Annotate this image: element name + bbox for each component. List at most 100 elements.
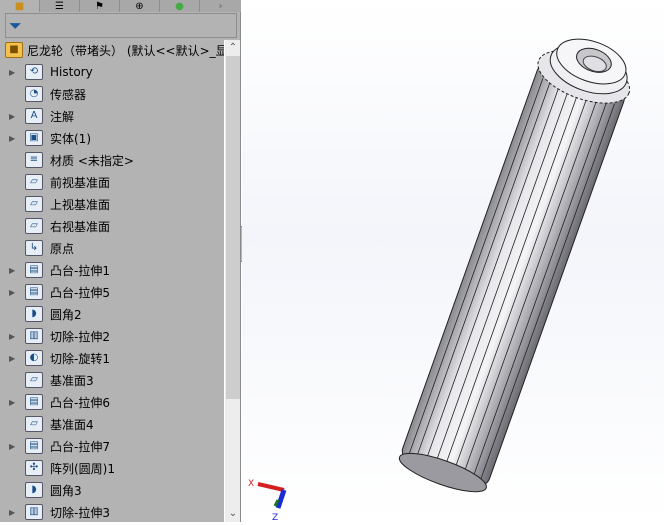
tree-item[interactable]: ◗ 圆角3 (0, 479, 224, 501)
tree-item-label: 上视基准面 (50, 197, 111, 212)
expand-arrow-icon[interactable]: ▶ (9, 68, 15, 77)
plane-icon: ▱ (25, 372, 43, 388)
filter-icon: ⏷ (9, 16, 22, 35)
tree-item-label: 注解 (50, 109, 75, 124)
tree-item-label: 切除-旋转1 (50, 351, 110, 366)
tree-item[interactable]: ▱ 前视基准面 (0, 171, 224, 193)
boss-extrude-icon: ▤ (25, 394, 43, 410)
tab-configuration-manager[interactable]: ⚑ (80, 0, 120, 12)
plane-icon: ▱ (25, 416, 43, 432)
expand-arrow-icon[interactable]: ▶ (9, 442, 15, 451)
tab-display-manager[interactable]: ● (160, 0, 200, 12)
x-axis-label: X (248, 479, 254, 489)
tree-item-label: 切除-拉伸2 (50, 329, 110, 344)
tab-property-manager[interactable]: ☰ (40, 0, 80, 12)
tree-item-label: 切除-拉伸3 (50, 505, 110, 520)
feature-manager-panel: ■ ☰ ⚑ ⊕ ● › ⏷ ■ 尼龙轮（带堵头） (默认<<默认>_显 ▶ ⟲ Hist… (0, 0, 241, 522)
plane-icon: ▱ (25, 218, 43, 234)
tree-item[interactable]: ▶ ▤ 凸台-拉伸6 (0, 391, 224, 413)
tree-item-label: History (50, 65, 93, 79)
fillet-icon: ◗ (25, 306, 43, 322)
tree-item[interactable]: ▱ 上视基准面 (0, 193, 224, 215)
tree-item-label: 右视基准面 (50, 219, 111, 234)
feature-manager-icon: ■ (14, 1, 25, 12)
tree-item-label: 基准面3 (50, 373, 94, 388)
expand-arrow-icon[interactable]: ▶ (9, 134, 15, 143)
expand-arrow-icon[interactable]: ▶ (9, 288, 15, 297)
tree-item-label: 原点 (50, 241, 75, 256)
plane-icon: ▱ (25, 174, 43, 190)
tree-item[interactable]: ≡ 材质 <未指定> (0, 149, 224, 171)
tab-dimxpert[interactable]: ⊕ (120, 0, 160, 12)
tree-item[interactable]: ▶ ▥ 切除-拉伸2 (0, 325, 224, 347)
annotations-folder-icon: A (25, 108, 43, 124)
scroll-down-icon[interactable]: ⌄ (225, 508, 241, 522)
tree-item[interactable]: ▱ 基准面3 (0, 369, 224, 391)
boss-extrude-icon: ▤ (25, 262, 43, 278)
fillet-icon: ◗ (25, 482, 43, 498)
origin-icon: ↳ (25, 240, 43, 256)
tree-item[interactable]: ▶ ▤ 凸台-拉伸7 (0, 435, 224, 457)
tree-root-label: 尼龙轮（带堵头） (默认<<默认>_显 (27, 43, 224, 58)
tabs-more[interactable]: › (200, 0, 241, 12)
tree-root-part[interactable]: ■ 尼龙轮（带堵头） (默认<<默认>_显 (0, 39, 224, 61)
x-axis-arrow (257, 482, 285, 492)
tree-item-label: 凸台-拉伸6 (50, 395, 110, 410)
tree-item[interactable]: ▶ ◐ 切除-旋转1 (0, 347, 224, 369)
part-icon: ■ (5, 42, 23, 58)
filter-bar[interactable]: ⏷ (5, 13, 237, 38)
tree-item-label: 阵列(圆周)1 (50, 461, 115, 476)
tree-item-label: 凸台-拉伸1 (50, 263, 110, 278)
tree-item[interactable]: ▶ ▣ 实体(1) (0, 127, 224, 149)
expand-arrow-icon[interactable]: ▶ (9, 266, 15, 275)
tree-item[interactable]: ▱ 基准面4 (0, 413, 224, 435)
tree-item[interactable]: ▶ ▤ 凸台-拉伸1 (0, 259, 224, 281)
tree-item-label: 材质 <未指定> (50, 153, 134, 168)
history-folder-icon: ⟲ (25, 64, 43, 80)
tree-item[interactable]: ◗ 圆角2 (0, 303, 224, 325)
scroll-thumb[interactable] (226, 56, 240, 399)
tree-item[interactable]: ↳ 原点 (0, 237, 224, 259)
graphics-viewport[interactable]: X Z (242, 0, 664, 523)
chevron-right-icon: › (218, 1, 223, 12)
tab-feature-manager[interactable]: ■ (0, 0, 40, 12)
tree-item-label: 实体(1) (50, 131, 91, 146)
tree-item-label: 凸台-拉伸7 (50, 439, 110, 454)
expand-arrow-icon[interactable]: ▶ (9, 508, 15, 517)
cut-revolve-icon: ◐ (25, 350, 43, 366)
display-manager-icon: ● (175, 1, 184, 12)
z-axis-arrow (275, 489, 287, 509)
plane-icon: ▱ (25, 196, 43, 212)
tree-item[interactable]: ▱ 右视基准面 (0, 215, 224, 237)
sensors-folder-icon: ◔ (25, 86, 43, 102)
feature-tree: ■ 尼龙轮（带堵头） (默认<<默认>_显 ▶ ⟲ History ◔ 传感器 ▶ A 注解 ▶ ▣ 实… (0, 39, 224, 522)
expand-arrow-icon[interactable]: ▶ (9, 398, 15, 407)
circular-pattern-icon: ✣ (25, 460, 43, 476)
z-axis-label: Z (272, 513, 278, 522)
boss-extrude-icon: ▤ (25, 438, 43, 454)
tree-item[interactable]: ▶ A 注解 (0, 105, 224, 127)
tree-scrollbar[interactable]: ⌃ ⌄ (224, 40, 240, 522)
cut-extrude-icon: ▥ (25, 328, 43, 344)
tree-item[interactable]: ▶ ⟲ History (0, 61, 224, 83)
manager-tabs: ■ ☰ ⚑ ⊕ ● › (0, 0, 241, 12)
property-manager-icon: ☰ (55, 1, 64, 12)
tree-item-label: 凸台-拉伸5 (50, 285, 110, 300)
tree-item-label: 传感器 (50, 87, 87, 102)
expand-arrow-icon[interactable]: ▶ (9, 332, 15, 341)
tree-item-label: 前视基准面 (50, 175, 111, 190)
axis-triad: X Z (248, 479, 287, 523)
tree-item[interactable]: ▶ ▤ 凸台-拉伸5 (0, 281, 224, 303)
solid-bodies-folder-icon: ▣ (25, 130, 43, 146)
tree-item-label: 圆角3 (50, 483, 82, 498)
boss-extrude-icon: ▤ (25, 284, 43, 300)
expand-arrow-icon[interactable]: ▶ (9, 354, 15, 363)
tree-item[interactable]: ◔ 传感器 (0, 83, 224, 105)
material-icon: ≡ (25, 152, 43, 168)
expand-arrow-icon[interactable]: ▶ (9, 112, 15, 121)
tree-item[interactable]: ✣ 阵列(圆周)1 (0, 457, 224, 479)
tree-item-label: 圆角2 (50, 307, 82, 322)
tree-item[interactable]: ▶ ▥ 切除-拉伸3 (0, 501, 224, 522)
scroll-up-icon[interactable]: ⌃ (225, 40, 241, 56)
cut-extrude-icon: ▥ (25, 504, 43, 520)
